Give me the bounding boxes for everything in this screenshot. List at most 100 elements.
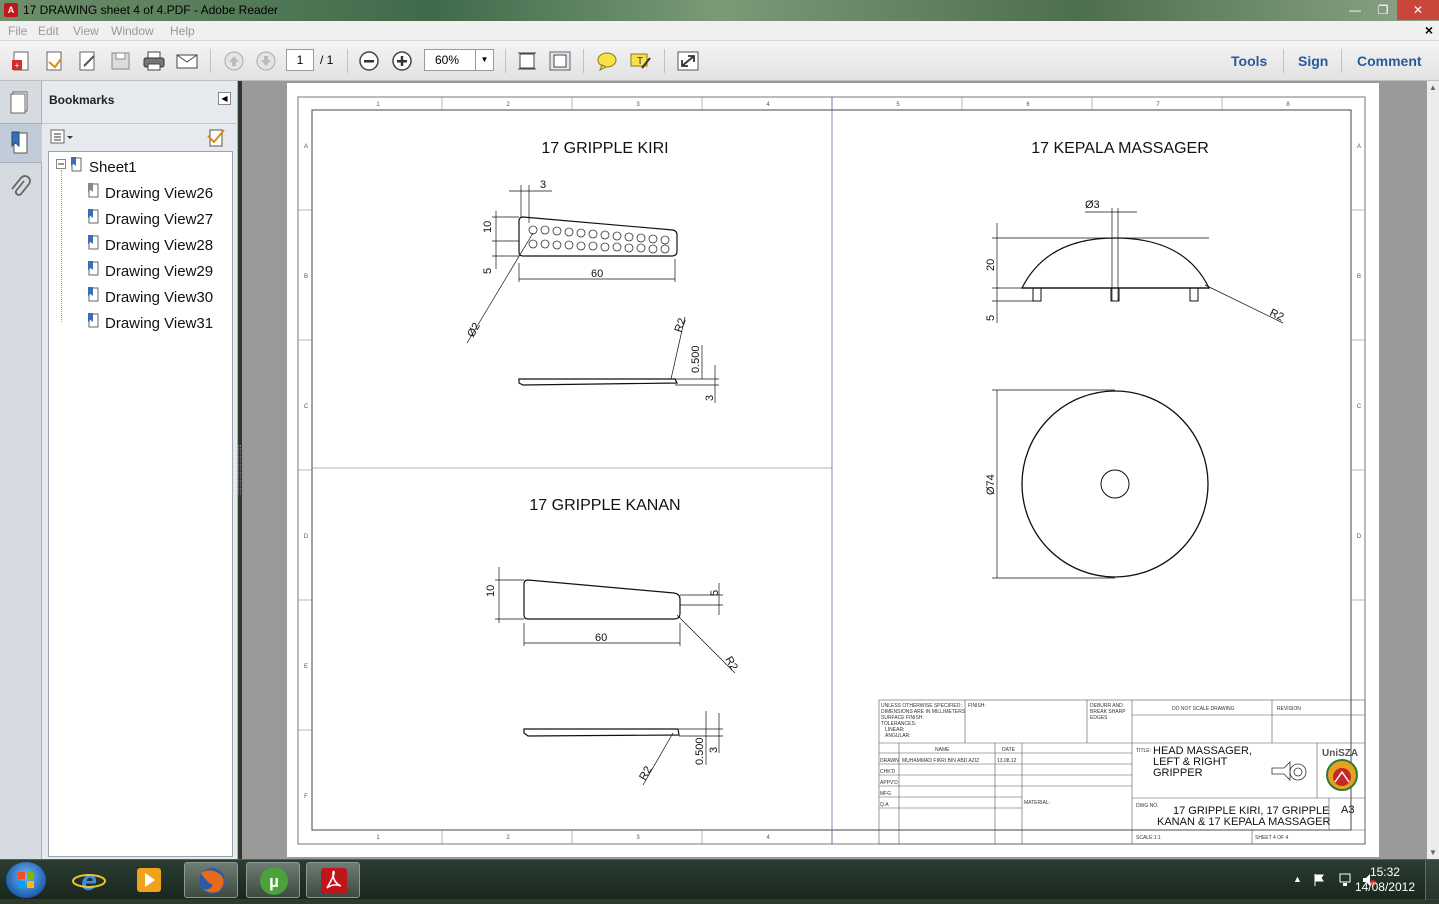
next-page-icon[interactable] bbox=[254, 50, 278, 72]
window-title: 17 DRAWING sheet 4 of 4.PDF - Adobe Read… bbox=[23, 3, 279, 17]
svg-text:e: e bbox=[81, 865, 97, 896]
print-icon[interactable] bbox=[142, 50, 166, 72]
svg-text:T: T bbox=[637, 56, 643, 67]
taskbar-media-player[interactable] bbox=[122, 862, 176, 898]
unisza-logo-icon: UniSZA bbox=[1322, 748, 1358, 791]
create-pdf-icon[interactable]: + bbox=[10, 50, 34, 72]
column-label: 7 bbox=[1156, 102, 1160, 108]
menu-window[interactable]: Window bbox=[111, 24, 154, 38]
toolbar: + 1 / 1 60% ▼ T Tools Sign Comment bbox=[0, 41, 1439, 81]
tb-role: MFG bbox=[880, 791, 891, 797]
attachments-icon[interactable] bbox=[8, 175, 32, 201]
close-button[interactable]: ✕ bbox=[1397, 0, 1439, 20]
tb-name-header: NAME bbox=[935, 747, 950, 753]
taskbar-clock[interactable]: 15:32 14/08/2012 bbox=[1355, 865, 1415, 895]
bookmark-tree: Sheet1 Drawing View26 Drawing View27 Dra… bbox=[48, 151, 233, 857]
clock-date: 14/08/2012 bbox=[1354, 880, 1415, 894]
row-label: F bbox=[304, 794, 308, 800]
fit-page-icon[interactable] bbox=[515, 50, 539, 72]
taskbar-internet-explorer[interactable]: e bbox=[62, 862, 116, 898]
navigation-pane bbox=[0, 81, 42, 859]
previous-page-icon[interactable] bbox=[222, 50, 246, 72]
dimension-label: 0.500 bbox=[690, 345, 702, 373]
open-file-icon[interactable] bbox=[43, 50, 67, 72]
media-player-icon bbox=[137, 868, 161, 892]
company-logo-icon bbox=[1271, 761, 1307, 781]
sign-pane-button[interactable]: Sign bbox=[1298, 53, 1328, 69]
view-gripple-kanan: 17 GRIPPLE KANAN 10 5 60 R2 R2 0.500 3 bbox=[485, 497, 740, 786]
tb-sheet: SHEET 4 OF 4 bbox=[1255, 835, 1288, 841]
bookmark-drawing-view31[interactable]: Drawing View31 bbox=[105, 315, 213, 332]
bookmark-drawing-view27[interactable]: Drawing View27 bbox=[105, 211, 213, 228]
scroll-down-icon[interactable]: ▼ bbox=[1429, 848, 1437, 857]
row-label: D bbox=[1357, 534, 1362, 540]
expand-icon[interactable] bbox=[676, 50, 700, 72]
network-icon[interactable] bbox=[1337, 873, 1353, 887]
zoom-in-icon[interactable] bbox=[390, 50, 414, 72]
row-label: A bbox=[304, 144, 308, 150]
bookmarks-panel: Bookmarks ◀ Sheet1 Drawing View26 Drawin… bbox=[42, 81, 238, 859]
pdf-page: 1 2 3 4 5 6 7 8 1 2 3 4 A B C D E F A B bbox=[287, 83, 1379, 857]
taskbar-utorrent[interactable]: µ bbox=[246, 862, 300, 898]
bookmark-drawing-view29[interactable]: Drawing View29 bbox=[105, 263, 213, 280]
scroll-up-icon[interactable]: ▲ bbox=[1429, 83, 1437, 92]
comment-pane-button[interactable]: Comment bbox=[1357, 53, 1422, 69]
minimize-button[interactable]: — bbox=[1341, 0, 1369, 20]
column-label: 1 bbox=[376, 835, 380, 841]
close-document-button[interactable]: × bbox=[1425, 22, 1433, 38]
page-number-input[interactable]: 1 bbox=[286, 49, 314, 71]
maximize-button[interactable]: ❐ bbox=[1369, 0, 1397, 20]
vertical-scrollbar[interactable]: ▲ ▼ bbox=[1427, 81, 1439, 859]
page-total: / 1 bbox=[320, 53, 334, 67]
bookmark-sheet1[interactable]: Sheet1 bbox=[89, 159, 137, 176]
tb-role: DRAWN bbox=[880, 758, 899, 764]
edit-document-icon[interactable] bbox=[76, 50, 100, 72]
dimension-label: 10 bbox=[482, 221, 494, 233]
start-button[interactable] bbox=[6, 862, 46, 898]
dimension-label: R2 bbox=[637, 764, 654, 782]
bookmark-icon bbox=[88, 209, 99, 224]
tree-collapse-icon[interactable] bbox=[56, 159, 66, 169]
highlight-text-icon[interactable]: T bbox=[628, 50, 652, 72]
bookmark-icon bbox=[88, 313, 99, 328]
page-thumbnails-icon[interactable] bbox=[8, 89, 32, 115]
email-icon[interactable] bbox=[175, 50, 199, 72]
panel-splitter[interactable] bbox=[238, 445, 241, 495]
tb-deburr: EDGES bbox=[1090, 715, 1108, 721]
menu-help[interactable]: Help bbox=[170, 24, 195, 38]
bookmark-drawing-view28[interactable]: Drawing View28 bbox=[105, 237, 213, 254]
collapse-panel-button[interactable]: ◀ bbox=[218, 92, 231, 105]
zoom-out-icon[interactable] bbox=[357, 50, 381, 72]
action-center-flag-icon[interactable] bbox=[1312, 873, 1326, 887]
chevron-down-icon[interactable]: ▼ bbox=[475, 50, 493, 70]
bookmarks-icon[interactable] bbox=[8, 130, 32, 156]
bookmark-icon bbox=[88, 183, 99, 198]
zoom-select[interactable]: 60% ▼ bbox=[424, 49, 494, 71]
bookmark-options-icon[interactable] bbox=[50, 129, 74, 145]
save-icon[interactable] bbox=[109, 50, 133, 72]
tb-finish: FINISH: bbox=[968, 703, 986, 709]
view-title: 17 GRIPPLE KIRI bbox=[541, 140, 668, 157]
adobe-reader-window: A 17 DRAWING sheet 4 of 4.PDF - Adobe Re… bbox=[0, 0, 1439, 900]
taskbar-firefox[interactable] bbox=[184, 862, 238, 898]
taskbar-adobe-reader[interactable] bbox=[306, 862, 360, 898]
tb-date-header: DATE bbox=[1002, 747, 1016, 753]
menu-edit[interactable]: Edit bbox=[38, 24, 59, 38]
expand-bookmark-icon[interactable] bbox=[206, 128, 226, 148]
row-label: E bbox=[304, 664, 308, 670]
fit-width-icon[interactable] bbox=[548, 50, 572, 72]
show-hidden-icons-icon[interactable]: ▲ bbox=[1293, 874, 1302, 884]
dimension-label: 60 bbox=[591, 268, 603, 280]
tb-material: MATERIAL: bbox=[1024, 800, 1050, 806]
svg-text:µ: µ bbox=[269, 872, 279, 891]
tools-pane-button[interactable]: Tools bbox=[1231, 53, 1267, 69]
column-label: 6 bbox=[1026, 102, 1030, 108]
tb-title-label: TITLE: bbox=[1136, 748, 1151, 754]
zoom-value: 60% bbox=[435, 53, 460, 67]
sticky-note-icon[interactable] bbox=[595, 50, 619, 72]
menu-file[interactable]: File bbox=[8, 24, 27, 38]
menu-view[interactable]: View bbox=[73, 24, 99, 38]
show-desktop-button[interactable] bbox=[1425, 860, 1439, 900]
bookmark-drawing-view30[interactable]: Drawing View30 bbox=[105, 289, 213, 306]
bookmark-drawing-view26[interactable]: Drawing View26 bbox=[105, 185, 213, 202]
